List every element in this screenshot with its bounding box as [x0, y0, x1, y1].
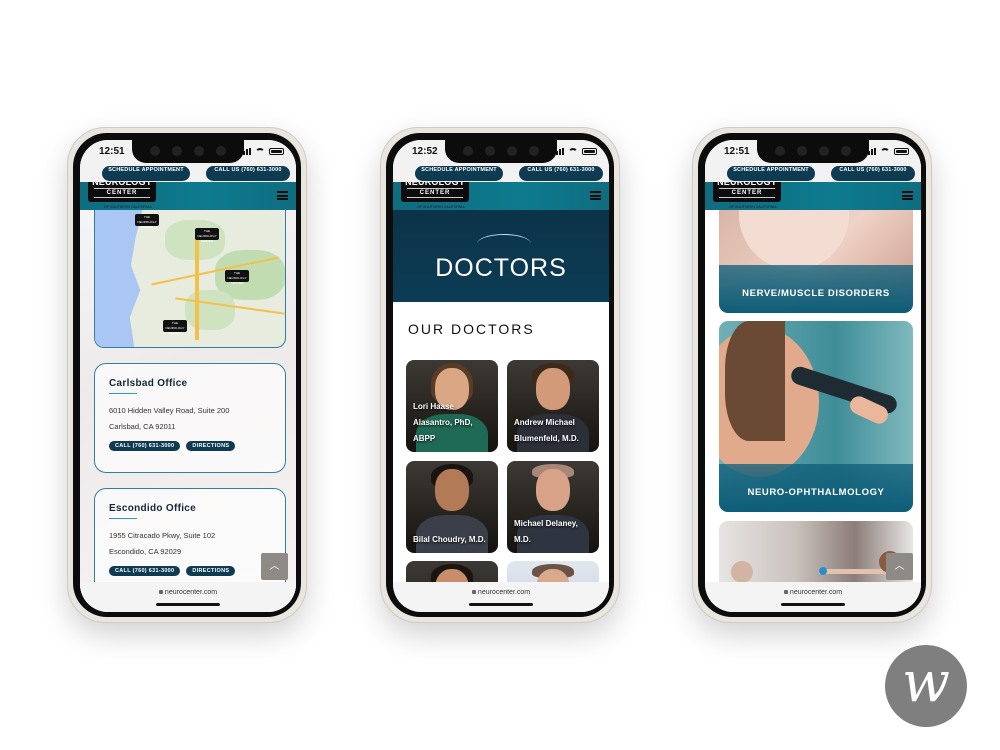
battery-icon [269, 148, 284, 155]
service-title: NERVE/MUSCLE DISORDERS [742, 288, 890, 299]
phone-mockup-1: 12:51 SCHEDULE APPOINTMENT CALL US (760)… [67, 127, 307, 623]
lock-icon [158, 590, 163, 594]
screen-services: 12:51 SCHEDULE APPOINTMENT CALL US (760)… [705, 140, 921, 612]
office-address-line2: Escondido, CA 92029 [109, 547, 182, 556]
notch [757, 140, 869, 163]
notch [132, 140, 244, 163]
wifi-icon [568, 148, 578, 155]
hamburger-menu-icon[interactable] [590, 191, 601, 200]
chevron-up-icon[interactable]: ︿ [886, 553, 913, 580]
page-title: DOCTORS [435, 254, 567, 282]
doctor-name: Lori Haase Alasantro, PhD, ABPP [413, 402, 473, 443]
hamburger-menu-icon[interactable] [902, 191, 913, 200]
w-logo-icon: w [885, 645, 967, 727]
screen-offices: 12:51 SCHEDULE APPOINTMENT CALL US (760)… [80, 140, 296, 612]
service-card[interactable]: NERVE/MUSCLE DISORDERS [719, 210, 913, 313]
section-title: OUR DOCTORS [408, 321, 535, 337]
screen-doctors: 12:52 SCHEDULE APPOINTMENT CALL US (760)… [393, 140, 609, 612]
doctor-card[interactable]: Bilal Choudry, M.D. [406, 461, 498, 553]
doctor-card[interactable]: Michael Delaney, M.D. [507, 461, 599, 553]
schedule-appointment-button[interactable]: SCHEDULE APPOINTMENT [102, 166, 190, 181]
office-address-line1: 6010 Hidden Valley Road, Suite 200 [109, 406, 230, 415]
hero-arc-decoration [477, 234, 531, 254]
doctor-name: Andrew Michael Blumenfeld, M.D. [514, 418, 579, 443]
status-time: 12:51 [724, 146, 750, 157]
doctor-card[interactable]: Lori Haase Alasantro, PhD, ABPP [406, 360, 498, 452]
call-office-button[interactable]: CALL (760) 631-3000 [109, 566, 181, 576]
status-time: 12:52 [412, 146, 438, 157]
browser-address-bar[interactable]: neurocenter.com [80, 582, 296, 612]
office-name: Carlsbad Office [109, 378, 188, 389]
site-navbar: THE NEUROLOGY CENTER OF SOUTHERN CALIFOR… [393, 170, 609, 210]
hamburger-menu-icon[interactable] [277, 191, 288, 200]
url-text: neurocenter.com [164, 589, 218, 596]
notch [445, 140, 557, 163]
map-pin[interactable]: THE NEUROLOGY CENTER [135, 214, 159, 229]
map-pin[interactable]: THE NEUROLOGY CENTER [195, 228, 219, 243]
service-title: NEURO-OPHTHALMOLOGY [747, 487, 885, 498]
browser-address-bar[interactable]: neurocenter.com [393, 582, 609, 612]
office-address-line2: Carlsbad, CA 92011 [109, 422, 176, 431]
doctor-name: Michael Delaney, M.D. [514, 519, 578, 544]
status-time: 12:51 [99, 146, 125, 157]
schedule-appointment-button[interactable]: SCHEDULE APPOINTMENT [415, 166, 503, 181]
battery-icon [894, 148, 909, 155]
call-us-button[interactable]: CALL US (760) 631-3000 [519, 166, 603, 181]
lock-icon [471, 590, 476, 594]
doctor-card[interactable]: Andrew Michael Blumenfeld, M.D. [507, 360, 599, 452]
service-card[interactable]: NEURO-OPHTHALMOLOGY [719, 321, 913, 512]
office-name: Escondido Office [109, 503, 197, 514]
lock-icon [783, 590, 788, 594]
call-office-button[interactable]: CALL (760) 631-3000 [109, 441, 181, 451]
office-card: Carlsbad Office 6010 Hidden Valley Road,… [94, 363, 286, 473]
home-indicator [781, 603, 845, 606]
phone-mockup-2: 12:52 SCHEDULE APPOINTMENT CALL US (760)… [380, 127, 620, 623]
chevron-up-icon[interactable]: ︿ [261, 553, 288, 580]
page-hero: DOCTORS [393, 210, 609, 302]
phone-mockup-3: 12:51 SCHEDULE APPOINTMENT CALL US (760)… [692, 127, 932, 623]
site-navbar: THE NEUROLOGY CENTER OF SOUTHERN CALIFOR… [80, 170, 296, 210]
site-navbar: THE NEUROLOGY CENTER OF SOUTHERN CALIFOR… [705, 170, 921, 210]
home-indicator [469, 603, 533, 606]
map-pin[interactable]: THE NEUROLOGY CENTER [225, 270, 249, 285]
battery-icon [582, 148, 597, 155]
url-text: neurocenter.com [789, 589, 843, 596]
doctor-name: Bilal Choudry, M.D. [413, 535, 486, 544]
call-us-button[interactable]: CALL US (760) 631-3000 [831, 166, 915, 181]
locations-map[interactable]: THE NEUROLOGY CENTER THE NEUROLOGY CENTE… [94, 210, 286, 348]
schedule-appointment-button[interactable]: SCHEDULE APPOINTMENT [727, 166, 815, 181]
office-address-line1: 1955 Citracado Pkwy, Suite 102 [109, 531, 216, 540]
wifi-icon [255, 148, 265, 155]
directions-button[interactable]: DIRECTIONS [186, 441, 236, 451]
home-indicator [156, 603, 220, 606]
directions-button[interactable]: DIRECTIONS [186, 566, 236, 576]
url-text: neurocenter.com [477, 589, 531, 596]
map-pin[interactable]: THE NEUROLOGY CENTER [163, 320, 187, 335]
wifi-icon [880, 148, 890, 155]
call-us-button[interactable]: CALL US (760) 631-3000 [206, 166, 290, 181]
browser-address-bar[interactable]: neurocenter.com [705, 582, 921, 612]
